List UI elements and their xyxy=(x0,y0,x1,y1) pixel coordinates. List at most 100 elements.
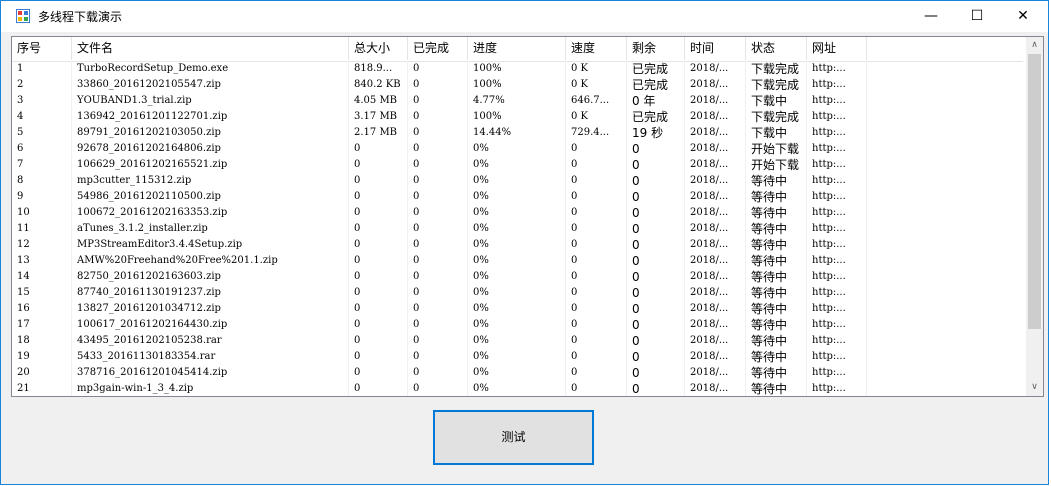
cell-filename: AMW%20Freehand%20Free%201.1.zip xyxy=(72,253,349,269)
cell-completed: 0 xyxy=(408,301,468,317)
cell-filename: 136942_20161201122701.zip xyxy=(72,109,349,125)
cell-time: 2018/... xyxy=(685,349,746,365)
header-col-completed[interactable]: 已完成 xyxy=(408,37,468,60)
cell-filename: 89791_20161202103050.zip xyxy=(72,125,349,141)
cell-completed: 0 xyxy=(408,237,468,253)
header-col-status[interactable]: 状态 xyxy=(746,37,807,60)
cell-url: http:... xyxy=(807,253,867,269)
cell-remaining: 0 年 xyxy=(627,93,685,109)
title-bar[interactable]: 多线程下载演示 — ☐ ✕ xyxy=(1,1,1048,32)
cell-progress: 0% xyxy=(468,157,566,173)
download-list[interactable]: 序号 文件名 总大小 已完成 进度 速度 剩余 时间 状态 网址 1 TurboRecordSetu… xyxy=(11,36,1044,397)
cell-filename: 100617_20161202164430.zip xyxy=(72,317,349,333)
cell-progress: 0% xyxy=(468,205,566,221)
table-row[interactable]: 7 106629_20161202165521.zip 0 0 0% 0 0 2018/...… xyxy=(12,157,1023,173)
scroll-up-icon[interactable]: ∧ xyxy=(1026,37,1043,54)
cell-time: 2018/... xyxy=(685,301,746,317)
header-col-index[interactable]: 序号 xyxy=(12,37,72,60)
cell-index: 12 xyxy=(12,237,72,253)
header-col-url[interactable]: 网址 xyxy=(807,37,867,60)
table-row[interactable]: 15 87740_20161130191237.zip 0 0 0% 0 0 2018/...… xyxy=(12,285,1023,301)
cell-completed: 0 xyxy=(408,253,468,269)
cell-status: 等待中 xyxy=(746,205,807,221)
cell-speed: 646.7... xyxy=(566,93,627,109)
cell-time: 2018/... xyxy=(685,269,746,285)
cell-completed: 0 xyxy=(408,317,468,333)
cell-status: 开始下载 xyxy=(746,141,807,157)
table-row[interactable]: 9 54986_20161202110500.zip 0 0 0% 0 0 2018/... 等… xyxy=(12,189,1023,205)
cell-url: http:... xyxy=(807,173,867,189)
cell-time: 2018/... xyxy=(685,221,746,237)
table-row[interactable]: 19 5433_20161130183354.rar 0 0 0% 0 0 2018/... 等… xyxy=(12,349,1023,365)
table-row[interactable]: 6 92678_20161202164806.zip 0 0 0% 0 0 2018/... 开… xyxy=(12,141,1023,157)
maximize-button[interactable]: ☐ xyxy=(954,1,1000,32)
cell-status: 等待中 xyxy=(746,221,807,237)
cell-status: 等待中 xyxy=(746,253,807,269)
cell-speed: 0 xyxy=(566,189,627,205)
cell-index: 18 xyxy=(12,333,72,349)
cell-index: 2 xyxy=(12,77,72,93)
table-row[interactable]: 3 YOUBAND1.3_trial.zip 4.05 MB 0 4.77% 646.7.… xyxy=(12,93,1023,109)
cell-time: 2018/... xyxy=(685,381,746,396)
table-row[interactable]: 10 100672_20161202163353.zip 0 0 0% 0 0 2018/..… xyxy=(12,205,1023,221)
header-col-progress[interactable]: 进度 xyxy=(468,37,566,60)
cell-time: 2018/... xyxy=(685,109,746,125)
cell-total-size: 0 xyxy=(349,189,408,205)
cell-speed: 0 K xyxy=(566,77,627,93)
cell-speed: 0 xyxy=(566,269,627,285)
table-row[interactable]: 20 378716_20161201045414.zip 0 0 0% 0 0 2018/..… xyxy=(12,365,1023,381)
table-row[interactable]: 1 TurboRecordSetup_Demo.exe 818.9... 0 100% 0… xyxy=(12,61,1023,77)
cell-status: 下载中 xyxy=(746,93,807,109)
cell-time: 2018/... xyxy=(685,173,746,189)
scroll-thumb[interactable] xyxy=(1028,54,1041,329)
cell-progress: 100% xyxy=(468,109,566,125)
table-row[interactable]: 12 MP3StreamEditor3.4.4Setup.zip 0 0 0% 0 0 201… xyxy=(12,237,1023,253)
test-button[interactable]: 测试 xyxy=(433,410,594,465)
cell-filename: mp3cutter_115312.zip xyxy=(72,173,349,189)
cell-url: http:... xyxy=(807,157,867,173)
cell-total-size: 0 xyxy=(349,141,408,157)
table-row[interactable]: 17 100617_20161202164430.zip 0 0 0% 0 0 2018/..… xyxy=(12,317,1023,333)
table-row[interactable]: 5 89791_20161202103050.zip 2.17 MB 0 14.44% 7… xyxy=(12,125,1023,141)
minimize-button[interactable]: — xyxy=(908,1,954,32)
table-row[interactable]: 2 33860_20161202105547.zip 840.2 KB 0 100% 0 … xyxy=(12,77,1023,93)
header-col-remaining[interactable]: 剩余 xyxy=(627,37,685,60)
cell-url: http:... xyxy=(807,109,867,125)
table-row[interactable]: 13 AMW%20Freehand%20Free%201.1.zip 0 0 0% 0 0 2… xyxy=(12,253,1023,269)
cell-url: http:... xyxy=(807,365,867,381)
cell-time: 2018/... xyxy=(685,285,746,301)
cell-progress: 14.44% xyxy=(468,125,566,141)
cell-remaining: 0 xyxy=(627,237,685,253)
table-row[interactable]: 21 mp3gain-win-1_3_4.zip 0 0 0% 0 0 2018/... 等待中… xyxy=(12,381,1023,396)
header-col-total-size[interactable]: 总大小 xyxy=(349,37,408,60)
table-row[interactable]: 16 13827_20161201034712.zip 0 0 0% 0 0 2018/...… xyxy=(12,301,1023,317)
table-row[interactable]: 4 136942_20161201122701.zip 3.17 MB 0 100% 0 … xyxy=(12,109,1023,125)
vertical-scrollbar[interactable]: ∧ ∨ xyxy=(1026,37,1043,396)
cell-remaining: 已完成 xyxy=(627,77,685,93)
cell-progress: 100% xyxy=(468,61,566,77)
table-row[interactable]: 8 mp3cutter_115312.zip 0 0 0% 0 0 2018/... 等待中 ht… xyxy=(12,173,1023,189)
header-col-time[interactable]: 时间 xyxy=(685,37,746,60)
cell-index: 20 xyxy=(12,365,72,381)
close-button[interactable]: ✕ xyxy=(1000,1,1046,32)
cell-completed: 0 xyxy=(408,125,468,141)
cell-remaining: 0 xyxy=(627,141,685,157)
cell-total-size: 0 xyxy=(349,237,408,253)
table-row[interactable]: 18 43495_20161202105238.rar 0 0 0% 0 0 2018/...… xyxy=(12,333,1023,349)
cell-progress: 0% xyxy=(468,253,566,269)
table-row[interactable]: 11 aTunes_3.1.2_installer.zip 0 0 0% 0 0 2018/.… xyxy=(12,221,1023,237)
cell-progress: 0% xyxy=(468,381,566,396)
cell-time: 2018/... xyxy=(685,125,746,141)
cell-status: 下载完成 xyxy=(746,77,807,93)
cell-filename: 82750_20161202163603.zip xyxy=(72,269,349,285)
cell-completed: 0 xyxy=(408,141,468,157)
header-col-speed[interactable]: 速度 xyxy=(566,37,627,60)
cell-total-size: 0 xyxy=(349,269,408,285)
app-icon xyxy=(16,9,30,23)
cell-remaining: 0 xyxy=(627,301,685,317)
header-col-filename[interactable]: 文件名 xyxy=(72,37,349,60)
table-row[interactable]: 14 82750_20161202163603.zip 0 0 0% 0 0 2018/...… xyxy=(12,269,1023,285)
cell-url: http:... xyxy=(807,205,867,221)
cell-speed: 729.4... xyxy=(566,125,627,141)
scroll-down-icon[interactable]: ∨ xyxy=(1026,379,1043,396)
